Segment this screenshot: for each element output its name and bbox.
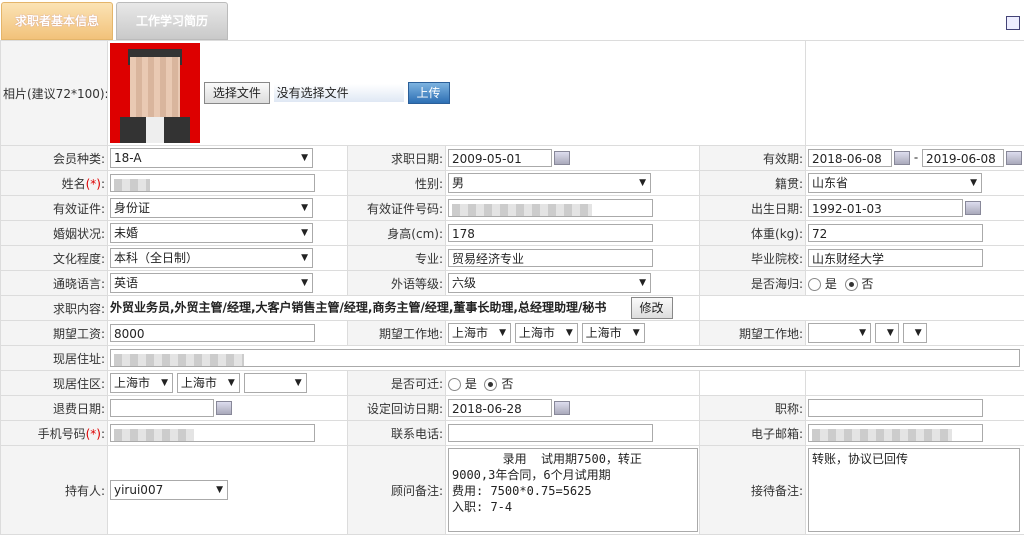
phone-label: 联系电话:: [347, 420, 446, 446]
id-number-label: 有效证件号码:: [347, 195, 446, 221]
height-label: 身高(cm):: [347, 220, 446, 246]
language-select[interactable]: 英语 ▼: [110, 273, 313, 293]
member-type-select[interactable]: 18-A ▼: [110, 148, 313, 168]
tab-resume[interactable]: 工作学习简历: [116, 2, 228, 40]
birth-input[interactable]: 1992-01-03: [808, 199, 964, 217]
holder-select[interactable]: yirui007 ▼: [110, 480, 228, 500]
calendar-icon[interactable]: [554, 151, 570, 165]
consultant-note-label: 顾问备注:: [347, 445, 446, 535]
work-place-province-select[interactable]: 上海市 ▼: [448, 323, 511, 343]
job-content-value: 外贸业务员,外贸主管/经理,大客户销售主管/经理,商务主管/经理,董事长助理,总…: [110, 300, 607, 315]
relocate-no-label: 否: [501, 376, 514, 391]
reception-note-label: 接待备注:: [698, 445, 807, 535]
id-number-input[interactable]: [448, 199, 653, 217]
work-place2-city-select[interactable]: ▼: [874, 323, 899, 343]
major-label: 专业:: [347, 245, 446, 271]
title-input[interactable]: [808, 399, 984, 417]
refund-date-input[interactable]: [110, 399, 214, 417]
relocate-yes-label: 是: [464, 376, 477, 391]
file-name-display: 没有选择文件: [273, 84, 404, 102]
valid-period-label: 有效期:: [698, 145, 807, 171]
tab-bar: 求职者基本信息 工作学习简历: [0, 0, 1024, 41]
consultant-note-textarea[interactable]: 录用 试用期7500，转正 9000,3年合同，6个月试用期 费用: 7500*…: [448, 448, 698, 532]
height-input[interactable]: 178: [448, 224, 653, 242]
gender-select[interactable]: 男 ▼: [448, 173, 651, 193]
email-input[interactable]: [808, 424, 984, 442]
returnee-yes-radio[interactable]: [808, 277, 822, 291]
gender-label: 性别:: [347, 170, 446, 196]
email-label: 电子邮箱:: [698, 420, 807, 446]
work-place2-province-select[interactable]: ▼: [808, 323, 872, 343]
work-place-label: 期望工作地:: [347, 320, 446, 346]
area-province-select[interactable]: 上海市 ▼: [110, 373, 173, 393]
apply-date-label: 求职日期:: [347, 145, 446, 171]
id-type-label: 有效证件:: [0, 195, 108, 221]
id-type-select[interactable]: 身份证 ▼: [110, 198, 313, 218]
area-district-select[interactable]: ▼: [243, 373, 307, 393]
modify-button[interactable]: 修改: [630, 297, 673, 319]
lang-level-select[interactable]: 六级 ▼: [448, 273, 651, 293]
returnee-no-radio[interactable]: [844, 277, 858, 291]
apply-date-input[interactable]: 2009-05-01: [448, 149, 552, 167]
work-place-city-select[interactable]: 上海市 ▼: [514, 323, 578, 343]
relocate-label: 是否可迁:: [347, 370, 446, 396]
salary-input[interactable]: 8000: [110, 324, 315, 342]
valid-from-input[interactable]: 2018-06-08: [808, 149, 893, 167]
marriage-label: 婚姻状况:: [0, 220, 108, 246]
language-label: 通晓语言:: [0, 270, 108, 296]
calendar-icon[interactable]: [216, 401, 232, 415]
job-content-label: 求职内容:: [0, 295, 108, 321]
returnee-label: 是否海归:: [698, 270, 807, 296]
valid-to-input[interactable]: 2019-06-08: [922, 149, 1005, 167]
returnee-yes-label: 是: [824, 276, 837, 291]
name-input[interactable]: [110, 174, 315, 192]
avatar: [110, 43, 200, 143]
callback-date-input[interactable]: 2018-06-28: [448, 399, 552, 417]
callback-date-label: 设定回访日期:: [347, 395, 446, 421]
upload-button[interactable]: 上传: [407, 82, 450, 104]
education-label: 文化程度:: [0, 245, 108, 271]
mobile-label: 手机号码(*):: [0, 420, 108, 446]
calendar-icon[interactable]: [1006, 151, 1023, 165]
returnee-no-label: 否: [861, 276, 874, 291]
marriage-select[interactable]: 未婚 ▼: [110, 223, 313, 243]
member-type-label: 会员种类:: [0, 145, 108, 171]
work-place2-label: 期望工作地:: [698, 320, 807, 346]
birth-label: 出生日期:: [698, 195, 807, 221]
mobile-input[interactable]: [110, 424, 315, 442]
native-select[interactable]: 山东省 ▼: [808, 173, 983, 193]
weight-label: 体重(kg):: [698, 220, 807, 246]
phone-input[interactable]: [448, 424, 653, 442]
education-select[interactable]: 本科（全日制） ▼: [110, 248, 313, 268]
address-input[interactable]: [110, 349, 1020, 367]
school-input[interactable]: 山东财经大学: [808, 249, 984, 267]
photo-label: 相片(建议72*100):: [0, 40, 108, 146]
refund-date-label: 退费日期:: [0, 395, 108, 421]
school-label: 毕业院校:: [698, 245, 807, 271]
name-label: 姓名(*):: [0, 170, 108, 196]
address-label: 现居住址:: [0, 345, 108, 371]
relocate-yes-radio[interactable]: [448, 377, 461, 391]
holder-label: 持有人:: [0, 445, 108, 535]
major-input[interactable]: 贸易经济专业: [448, 249, 653, 267]
lang-level-label: 外语等级:: [347, 270, 446, 296]
calendar-icon[interactable]: [554, 401, 570, 415]
tab-basic-info[interactable]: 求职者基本信息: [1, 2, 113, 40]
profile-form: 相片(建议72*100): 选择文件 没有选择文件 上传 会员种类: 18-A ▼…: [0, 40, 1024, 535]
salary-label: 期望工资:: [0, 320, 108, 346]
relocate-no-radio[interactable]: [484, 377, 498, 391]
title-label: 职称:: [698, 395, 807, 421]
save-icon[interactable]: [1006, 16, 1020, 30]
calendar-icon[interactable]: [965, 201, 982, 215]
reception-note-textarea[interactable]: 转账，协议已回传: [808, 448, 1021, 532]
native-label: 籍贯:: [698, 170, 807, 196]
work-place2-district-select[interactable]: ▼: [902, 323, 927, 343]
work-place-district-select[interactable]: 上海市 ▼: [581, 323, 645, 343]
area-label: 现居住区:: [0, 370, 108, 396]
area-city-select[interactable]: 上海市 ▼: [176, 373, 240, 393]
weight-input[interactable]: 72: [808, 224, 984, 242]
calendar-icon[interactable]: [894, 151, 911, 165]
date-range-separator: -: [913, 150, 919, 165]
choose-file-button[interactable]: 选择文件: [203, 82, 270, 104]
